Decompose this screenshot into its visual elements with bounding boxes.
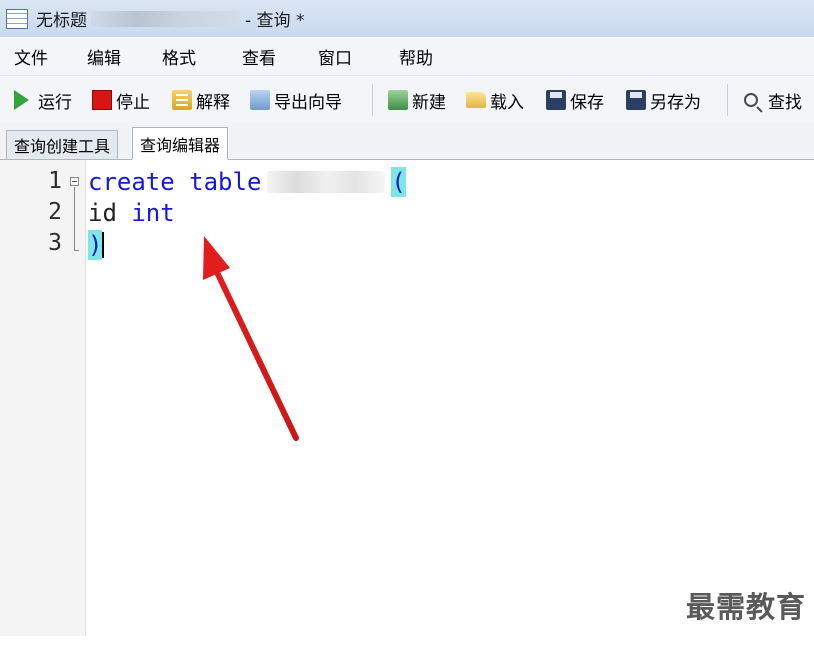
annotation-arrow [203, 236, 299, 441]
arrow-head [203, 236, 230, 280]
watermark: 最需教育 [685, 590, 806, 624]
arrow-shaft [212, 265, 299, 441]
